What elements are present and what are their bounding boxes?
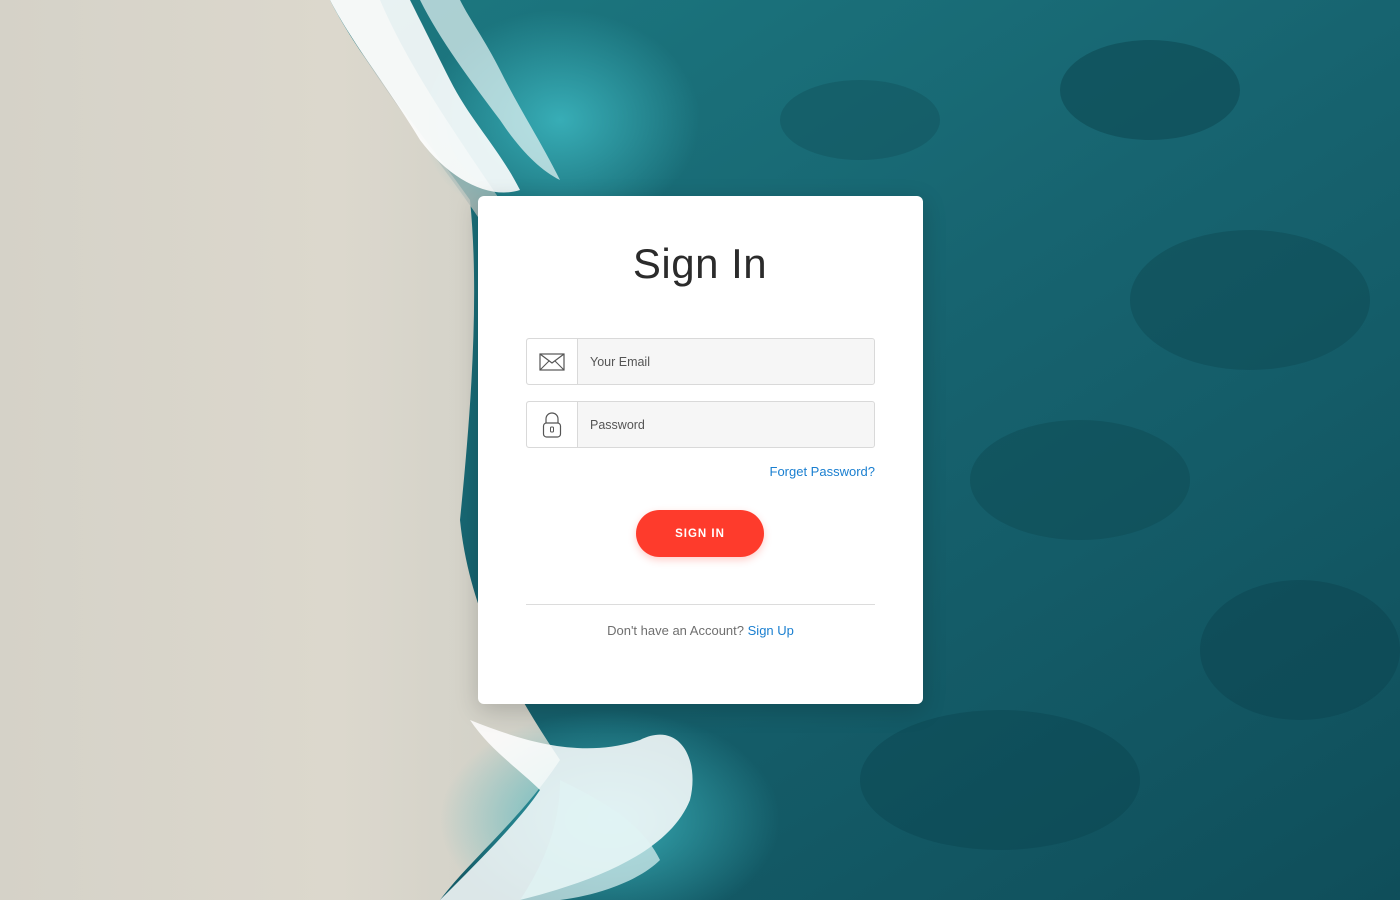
password-field-group (526, 401, 875, 448)
email-field-group (526, 338, 875, 385)
email-input[interactable] (578, 339, 874, 384)
email-icon-box (527, 339, 578, 384)
forgot-password-link[interactable]: Forget Password? (770, 464, 876, 479)
envelope-icon (539, 352, 565, 371)
password-input[interactable] (578, 402, 874, 447)
divider (526, 604, 875, 605)
sign-in-button[interactable]: SIGN IN (636, 510, 764, 557)
password-icon-box (527, 402, 578, 447)
signup-prompt-text: Don't have an Account? (607, 623, 745, 638)
padlock-icon (542, 411, 562, 438)
signup-prompt: Don't have an Account? Sign Up (478, 623, 923, 638)
sign-up-link[interactable]: Sign Up (748, 623, 794, 638)
sign-in-form: Forget Password? SIGN IN Don't have an A… (478, 196, 923, 704)
